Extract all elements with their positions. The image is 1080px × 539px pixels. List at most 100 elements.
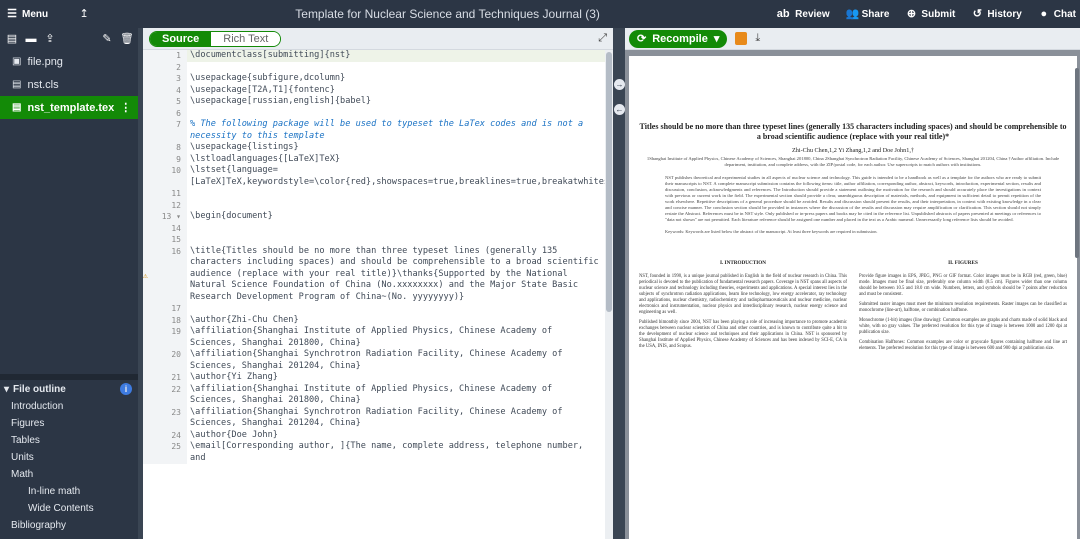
- code-line[interactable]: 19 \affiliation{Shanghai Institute of App…: [143, 326, 605, 349]
- file-sidebar: ▤ ▬ ⇪ ✎ 🗑 ▣ file.png ▤ nst.cls ▤ nst_template…: [0, 28, 138, 539]
- code-line[interactable]: 5 \usepackage[russian,english]{babel}: [143, 96, 605, 108]
- code-line[interactable]: 9 \lstloadlanguages{[LaTeX]TeX}: [143, 153, 605, 165]
- line-number: 5: [153, 96, 187, 108]
- code-line[interactable]: ⚠ 16 \title{Titles should be no more than …: [143, 245, 605, 303]
- home-arrow-icon[interactable]: ↥: [78, 8, 90, 20]
- code-line[interactable]: 6: [143, 107, 605, 119]
- line-number: 23: [153, 406, 187, 430]
- section-heading: I. INTRODUCTION: [719, 260, 767, 266]
- menu-button[interactable]: ☰ Menu: [6, 8, 48, 20]
- gutter-marker: [143, 96, 153, 108]
- code-line[interactable]: 1 \documentclass[submitting]{nst}: [143, 50, 605, 62]
- code-line[interactable]: 2: [143, 61, 605, 73]
- line-number: 8: [153, 142, 187, 154]
- logs-icon[interactable]: [735, 32, 748, 45]
- code-text: \author{Zhi-Chu Chen}: [190, 314, 299, 325]
- paragraph: Submitted raster images must meet the mi…: [859, 302, 1067, 313]
- outline-item[interactable]: In-line math: [0, 483, 138, 500]
- code-line[interactable]: 15: [143, 234, 605, 246]
- review-button[interactable]: ab Review: [775, 8, 830, 20]
- refresh-icon: ⟳: [637, 33, 647, 45]
- share-button[interactable]: 👥 Share: [846, 8, 890, 20]
- gutter-marker: [143, 153, 153, 165]
- new-folder-icon[interactable]: ▬: [25, 33, 37, 45]
- outline-item[interactable]: Wide Contents: [0, 500, 138, 517]
- upload-icon[interactable]: ⇪: [44, 33, 56, 45]
- file-outline-header[interactable]: ▾ File outline i: [0, 380, 138, 398]
- source-mode-button[interactable]: Source: [150, 31, 212, 46]
- code-text: \affiliation{Shanghai Synchrotron Radiat…: [190, 406, 568, 429]
- code-line[interactable]: 20 \affiliation{Shanghai Synchrotron Radi…: [143, 349, 605, 372]
- line-number: 22: [153, 383, 187, 407]
- code-line[interactable]: 12: [143, 199, 605, 212]
- more-options-icon[interactable]: ⋮: [120, 101, 131, 114]
- line-number: 1: [153, 50, 187, 62]
- code-line[interactable]: 22 \affiliation{Shanghai Institute of App…: [143, 383, 605, 407]
- new-file-icon[interactable]: ▤: [6, 33, 18, 45]
- outline-item[interactable]: Units: [0, 449, 138, 466]
- pane-resize-handle[interactable]: → ←: [613, 28, 625, 539]
- code-line[interactable]: 17: [143, 303, 605, 315]
- file-item[interactable]: ▣ file.png: [0, 50, 138, 73]
- chevron-down-icon[interactable]: ▾: [714, 32, 720, 45]
- gutter-marker: [143, 383, 153, 407]
- code-text: \lstloadlanguages{[LaTeX]TeX}: [190, 153, 341, 164]
- code-line[interactable]: 3 \usepackage{subfigure,dcolumn}: [143, 73, 605, 85]
- source-editor: Source Rich Text ⤢ 1 \documentclass[submi…: [143, 28, 613, 539]
- code-line[interactable]: 24 \author{Doe John}: [143, 429, 605, 441]
- gutter-marker: [143, 73, 153, 85]
- outline-item[interactable]: Tables: [0, 432, 138, 449]
- delete-trash-icon[interactable]: 🗑: [120, 33, 134, 45]
- users-icon: 👥: [845, 8, 860, 20]
- gutter-marker: [143, 429, 153, 441]
- code-line[interactable]: 7% The following package will be used to…: [143, 119, 605, 142]
- paragraph: Combination Halftones: Common examples a…: [859, 340, 1067, 351]
- history-label: History: [987, 8, 1022, 20]
- outline-item[interactable]: Bibliography: [0, 517, 138, 534]
- code-line[interactable]: 23 \affiliation{Shanghai Synchrotron Radi…: [143, 406, 605, 430]
- code-line[interactable]: 4 \usepackage[T2A,T1]{fontenc}: [143, 84, 605, 96]
- code-line[interactable]: 25 \email[Corresponding author, ]{The nam…: [143, 441, 605, 464]
- code-line[interactable]: 10 \lstset{language=[LaTeX]TeX,keywordsty…: [143, 165, 605, 188]
- gutter-marker: [143, 222, 153, 234]
- pdf-scrollbar[interactable]: [1075, 68, 1079, 258]
- rename-pencil-icon[interactable]: ✎: [101, 33, 113, 45]
- code-line[interactable]: 8 \usepackage{listings}: [143, 142, 605, 154]
- history-button[interactable]: ↺ History: [971, 8, 1022, 20]
- outline-item[interactable]: Figures: [0, 415, 138, 432]
- chat-label: Chat: [1053, 8, 1076, 20]
- code-line[interactable]: 13 ▾ \begin{document}: [143, 211, 605, 223]
- code-line[interactable]: 21 \author{Yi Zhang}: [143, 372, 605, 384]
- line-number: 10: [153, 165, 187, 188]
- line-number: 20: [153, 349, 187, 372]
- file-item[interactable]: ▤ nst_template.tex ⋮: [0, 96, 138, 119]
- editor-toolbar: Source Rich Text ⤢: [143, 28, 613, 50]
- code-text: \affiliation{Shanghai Institute of Appli…: [190, 326, 558, 348]
- paper-keywords: Keywords: Keywords are listed below the …: [665, 229, 878, 234]
- file-name: nst_template.tex: [27, 101, 115, 114]
- code-line[interactable]: 14: [143, 222, 605, 235]
- info-icon[interactable]: i: [120, 383, 132, 395]
- recompile-button[interactable]: ⟳ Recompile ▾: [629, 29, 728, 48]
- file-item[interactable]: ▤ nst.cls: [0, 73, 138, 96]
- top-toolbar: ☰ Menu ↥ Template for Nuclear Science an…: [0, 0, 1080, 28]
- download-icon[interactable]: ⤓: [755, 32, 760, 45]
- arrow-right-icon[interactable]: →: [614, 79, 625, 90]
- history-icon: ↺: [972, 8, 982, 20]
- expand-icon[interactable]: ⤢: [598, 32, 607, 45]
- outline-item[interactable]: Math: [0, 466, 138, 483]
- outline-item[interactable]: Introduction: [0, 398, 138, 415]
- code-line[interactable]: 11: [143, 188, 605, 200]
- editor-scroll-thumb[interactable]: [606, 52, 612, 312]
- submit-button[interactable]: ⊕ Submit: [905, 8, 956, 20]
- editor-scrollbar[interactable]: [605, 50, 613, 539]
- line-number: 3: [153, 73, 187, 85]
- arrow-left-icon[interactable]: ←: [614, 104, 625, 115]
- rich-text-mode-button[interactable]: Rich Text: [211, 31, 281, 46]
- chat-button[interactable]: ● Chat: [1038, 8, 1076, 20]
- code-area[interactable]: 1 \documentclass[submitting]{nst} 2 3 \usep…: [143, 50, 605, 539]
- code-line[interactable]: 18 \author{Zhi-Chu Chen}: [143, 314, 605, 326]
- paragraph: Monochrome (1-bit) images (line drawing)…: [859, 318, 1067, 335]
